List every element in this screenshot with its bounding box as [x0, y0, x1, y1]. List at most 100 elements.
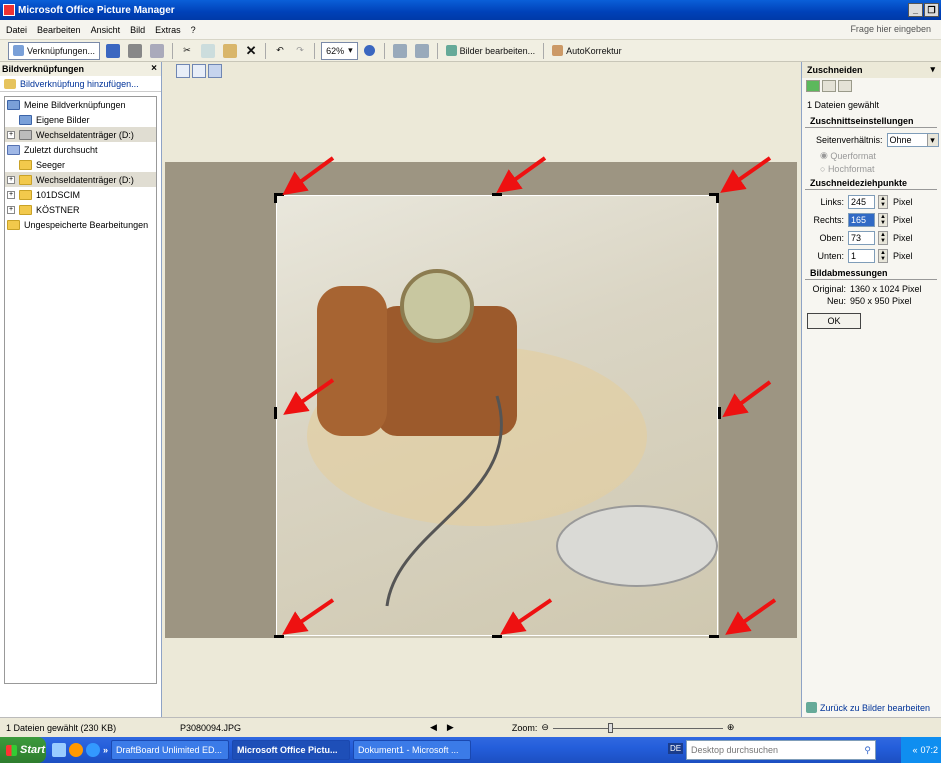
clock: 07:2: [920, 745, 938, 755]
zoom-out-icon[interactable]: ⊖: [541, 722, 549, 733]
menu-bild[interactable]: Bild: [130, 25, 145, 35]
delete-button[interactable]: ✕: [243, 42, 259, 60]
tree-item[interactable]: Eigene Bilder: [5, 112, 156, 127]
desktop-search-input[interactable]: Desktop durchsuchen ⚲: [686, 740, 876, 760]
tree-item[interactable]: Zuletzt durchsucht: [5, 142, 156, 157]
aspect-ratio-select[interactable]: Ohne ▾: [886, 133, 939, 147]
tree-item[interactable]: Seeger: [5, 157, 156, 172]
paste-icon: [223, 43, 238, 58]
task-picture-manager[interactable]: Microsoft Office Pictu...: [232, 740, 351, 760]
shortcuts-icon: [7, 99, 20, 110]
folder-tree: Meine Bildverknüpfungen Eigene Bilder + Wec…: [4, 96, 157, 684]
copy-button[interactable]: [199, 42, 217, 60]
redo-button[interactable]: ↷: [292, 42, 308, 60]
crop-handle-bottom-right[interactable]: [709, 635, 719, 638]
zoom-select[interactable]: 62% ▾: [321, 41, 358, 60]
tree-item[interactable]: + Wechseldatenträger (D:): [5, 172, 156, 187]
tree-item-label: Zuletzt durchsucht: [24, 144, 98, 155]
minimize-button[interactable]: _: [908, 3, 923, 17]
spinner-icon[interactable]: ▲ ▼: [878, 195, 888, 209]
crop-handle-bottom-left[interactable]: [274, 635, 284, 638]
crop-field-row: Rechts: 165 ▲ ▼ Pixel: [802, 211, 941, 229]
portrait-radio[interactable]: ○ Hochformat: [802, 162, 941, 175]
spinner-icon[interactable]: ▲ ▼: [878, 231, 888, 245]
close-icon[interactable]: ×: [151, 63, 157, 74]
more-quicklaunch-icon[interactable]: »: [103, 745, 108, 755]
cropped-region-left: [165, 162, 276, 638]
save-button[interactable]: [104, 42, 122, 60]
crop-handle-middle-right[interactable]: [718, 407, 721, 419]
filmstrip-view-button[interactable]: [192, 64, 206, 78]
chevron-down-icon[interactable]: ▾: [930, 64, 935, 75]
expand-icon[interactable]: +: [7, 205, 15, 214]
thumbnail-view-button[interactable]: [176, 64, 190, 78]
expand-tray-icon[interactable]: «: [912, 745, 917, 755]
rotate-right-button[interactable]: [413, 42, 431, 60]
landscape-radio[interactable]: ◉ Querformat: [802, 149, 941, 162]
forward-icon[interactable]: [822, 80, 836, 92]
quicklaunch-icon[interactable]: [52, 743, 66, 757]
rotate-left-button[interactable]: [391, 42, 409, 60]
expand-icon[interactable]: +: [7, 130, 15, 139]
task-word-document[interactable]: Dokument1 - Microsoft ...: [353, 740, 472, 760]
search-icon[interactable]: ⚲: [864, 745, 871, 756]
recent-icon: [7, 144, 20, 155]
crop-handle-top-center[interactable]: [492, 193, 502, 196]
tree-item[interactable]: + Wechseldatenträger (D:): [5, 127, 156, 142]
browser-icon[interactable]: [69, 743, 83, 757]
expand-icon[interactable]: +: [7, 190, 15, 199]
print-icon: [128, 43, 143, 58]
spinner-icon[interactable]: ▲ ▼: [878, 249, 888, 263]
ie-icon[interactable]: [86, 743, 100, 757]
start-button[interactable]: Start: [0, 737, 46, 763]
language-indicator[interactable]: DE: [668, 743, 684, 754]
paste-button[interactable]: [221, 42, 239, 60]
expand-icon[interactable]: +: [7, 175, 15, 184]
autocorrect-button[interactable]: AutoKorrektur: [550, 42, 624, 60]
next-image-icon[interactable]: ▶: [447, 722, 454, 733]
menu-bar: Datei Bearbeiten Ansicht Bild Extras ? F…: [0, 20, 941, 40]
cut-button[interactable]: ✂: [179, 42, 195, 60]
menu-bearbeiten[interactable]: Bearbeiten: [37, 25, 81, 35]
task-draftboard[interactable]: DraftBoard Unlimited ED...: [111, 740, 230, 760]
zoom-slider[interactable]: [552, 722, 723, 733]
spinner-icon[interactable]: ▲ ▼: [878, 213, 888, 227]
help-search-input[interactable]: Frage hier eingeben: [850, 24, 931, 34]
crop-handle-middle-left[interactable]: [274, 407, 277, 419]
add-shortcut-link[interactable]: Bildverknüpfung hinzufügen...: [0, 76, 161, 92]
restore-button[interactable]: ❐: [924, 3, 939, 17]
title-bar: Microsoft Office Picture Manager _ ❐: [0, 0, 941, 20]
home-icon[interactable]: [838, 80, 852, 92]
undo-button[interactable]: ↶: [272, 42, 288, 60]
menu-extras[interactable]: Extras: [155, 25, 181, 35]
photo-preview[interactable]: [165, 162, 797, 638]
crop-field-label: Rechts:: [813, 215, 844, 225]
menu-ansicht[interactable]: Ansicht: [91, 25, 121, 35]
crop-handle-top-left-v[interactable]: [274, 193, 277, 203]
tree-item[interactable]: Ungespeicherte Bearbeitungen: [5, 217, 156, 232]
prev-image-icon[interactable]: ◀: [430, 722, 437, 733]
crop-field-input[interactable]: 165: [848, 213, 875, 227]
edit-pictures-button[interactable]: Bilder bearbeiten...: [444, 42, 538, 60]
tree-item[interactable]: +101DSCIM: [5, 187, 156, 202]
print-button[interactable]: [126, 42, 144, 60]
shortcuts-button[interactable]: Verknüpfungen...: [8, 41, 101, 60]
crop-handle-top-right-v[interactable]: [716, 193, 719, 203]
save-icon: [106, 43, 121, 58]
mail-button[interactable]: [148, 42, 166, 60]
menu-help[interactable]: ?: [191, 25, 196, 35]
menu-datei[interactable]: Datei: [6, 25, 27, 35]
help-button[interactable]: [362, 42, 378, 60]
tree-item[interactable]: + KÖSTNER: [5, 202, 156, 217]
back-icon[interactable]: [806, 80, 820, 92]
ok-button[interactable]: OK: [807, 313, 861, 329]
crop-field-input[interactable]: 1: [848, 249, 875, 263]
single-view-button[interactable]: [208, 64, 222, 78]
crop-field-input[interactable]: 245: [848, 195, 875, 209]
crop-field-input[interactable]: 73: [848, 231, 875, 245]
zoom-in-icon[interactable]: ⊕: [727, 722, 735, 733]
tree-item[interactable]: Meine Bildverknüpfungen: [5, 97, 156, 112]
back-to-edit-link[interactable]: Zurück zu Bilder bearbeiten: [806, 702, 930, 713]
crop-handle-bottom-center[interactable]: [492, 635, 502, 638]
crop-area[interactable]: [276, 195, 718, 636]
